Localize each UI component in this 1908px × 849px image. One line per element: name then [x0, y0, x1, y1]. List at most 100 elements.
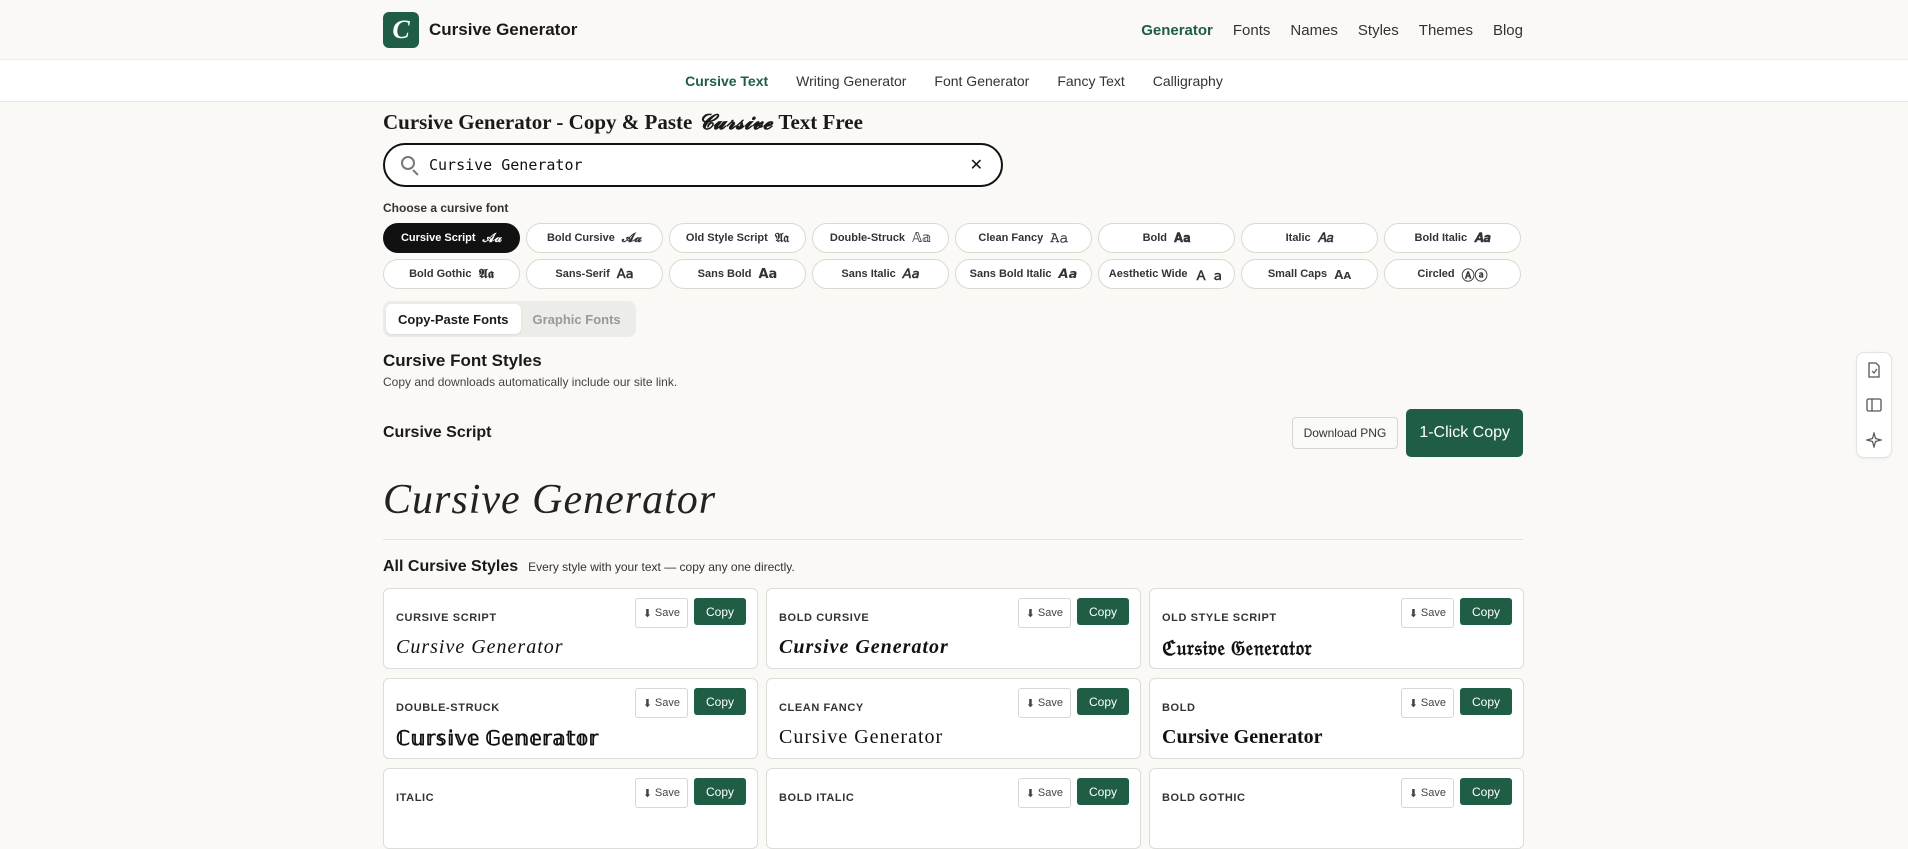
text-input[interactable] [429, 156, 966, 174]
font-chip-bold-gothic[interactable]: Bold Gothic 𝕬𝖆 [383, 259, 520, 289]
top-header: C Cursive Generator Generator Fonts Names S… [0, 0, 1908, 60]
tab-copy-paste-fonts[interactable]: Copy-Paste Fonts [386, 304, 521, 334]
save-button[interactable]: ⬇ Save [1017, 598, 1071, 628]
font-chip-sans-serif[interactable]: Sans-Serif 𝖠𝖺 [526, 259, 663, 289]
copy-button[interactable]: Copy [693, 688, 746, 715]
font-chip-sample: 𝙰𝚊 [1050, 230, 1069, 245]
save-button[interactable]: ⬇ Save [634, 688, 688, 718]
nav-generator[interactable]: Generator [1141, 22, 1213, 39]
font-chip-label: Bold Cursive [546, 232, 615, 244]
font-chip-sample: 𝗔𝗮 [758, 266, 778, 281]
style-card-bold: BOLD ⬇ Save Copy Cursive Generator [1149, 678, 1524, 759]
save-button[interactable]: ⬇ Save [1400, 778, 1454, 808]
font-chip-label: Old Style Script [685, 232, 768, 244]
save-label: Save [1420, 697, 1446, 709]
font-chip-bold-italic[interactable]: Bold Italic 𝑨𝒂 [1384, 223, 1521, 253]
font-chip-bold-cursive[interactable]: Bold Cursive 𝓐𝓪 [526, 223, 663, 253]
font-chip-sample: 𝑨𝒂 [1474, 230, 1491, 245]
style-card-actions: ⬇ Save Copy [634, 778, 746, 808]
copy-button[interactable]: Copy [1076, 688, 1129, 715]
font-chip-sample: Aᴀ [1334, 266, 1352, 282]
brand[interactable]: C Cursive Generator [383, 12, 577, 48]
save-button[interactable]: ⬇ Save [634, 778, 688, 808]
download-arrow-icon: ⬇ [642, 607, 652, 620]
nav-names[interactable]: Names [1290, 22, 1338, 39]
font-chip-sample: 𝔄𝔞 [774, 230, 790, 245]
tab-graphic-fonts[interactable]: Graphic Fonts [521, 304, 633, 334]
font-chip-label: Sans-Serif [555, 268, 610, 280]
save-button[interactable]: ⬇ Save [1017, 688, 1071, 718]
download-arrow-icon: ⬇ [1408, 697, 1418, 710]
font-chip-label: Cursive Script [400, 232, 476, 244]
font-chip-double-struck[interactable]: Double-Struck 𝔸𝕒 [812, 223, 949, 253]
font-chip-label: Bold Italic [1414, 232, 1468, 244]
style-card-sample: Cursive Generator [779, 636, 949, 658]
subnav-cursive-text[interactable]: Cursive Text [685, 73, 768, 89]
style-card-italic: ITALIC ⬇ Save Copy [383, 768, 758, 849]
subnav-fancy-text[interactable]: Fancy Text [1057, 73, 1124, 89]
subnav-calligraphy[interactable]: Calligraphy [1153, 73, 1223, 89]
download-png-button[interactable]: Download PNG [1291, 417, 1399, 449]
font-chip-label: Sans Italic [841, 268, 896, 280]
font-chip-old-style-script[interactable]: Old Style Script 𝔄𝔞 [669, 223, 806, 253]
font-chip-label: Bold [1142, 232, 1168, 244]
font-chip-cursive-script[interactable]: Cursive Script 𝒜𝒶 [383, 223, 520, 253]
copy-button[interactable]: Copy [1459, 688, 1512, 715]
page-title-prefix: Cursive Generator - Copy & Paste [383, 109, 693, 134]
font-chip-clean-fancy[interactable]: Clean Fancy 𝙰𝚊 [955, 223, 1092, 253]
copy-button[interactable]: Copy [693, 598, 746, 625]
style-card-bold-gothic: BOLD GOTHIC ⬇ Save Copy [1149, 768, 1524, 849]
panel-icon[interactable] [1864, 395, 1884, 415]
copy-button[interactable]: Copy [1076, 778, 1129, 805]
font-chip-italic[interactable]: Italic 𝐴𝑎 [1241, 223, 1378, 253]
nav-blog[interactable]: Blog [1493, 22, 1523, 39]
preview-actions: Download PNG 1-Click Copy [1291, 409, 1523, 457]
preview-header: Cursive Script Download PNG 1-Click Copy [383, 409, 1523, 457]
save-button[interactable]: ⬇ Save [1017, 778, 1071, 808]
brand-name: Cursive Generator [429, 20, 578, 39]
nav-styles[interactable]: Styles [1358, 22, 1399, 39]
preview-title: Cursive Script [383, 424, 492, 441]
clear-icon[interactable]: ✕ [966, 155, 987, 175]
nav-fonts[interactable]: Fonts [1233, 22, 1271, 39]
style-card-actions: ⬇ Save Copy [1017, 598, 1129, 628]
style-card-actions: ⬇ Save Copy [1400, 688, 1512, 718]
copy-button[interactable]: Copy [1076, 598, 1129, 625]
main-content: Cursive Generator - Copy & Paste 𝓒𝓾𝓻𝓼𝓲𝓿𝓮… [383, 103, 1524, 849]
font-chip-aesthetic-wide[interactable]: Aesthetic Wide Ａ ａ [1098, 259, 1235, 289]
subnav-writing-generator[interactable]: Writing Generator [796, 73, 906, 89]
font-chip-label: Clean Fancy [978, 232, 1044, 244]
font-chip-sample: 𝖠𝖺 [616, 266, 634, 281]
document-icon[interactable] [1864, 360, 1884, 380]
save-button[interactable]: ⬇ Save [1400, 598, 1454, 628]
font-chip-label: Sans Bold Italic [969, 268, 1052, 280]
style-card-actions: ⬇ Save Copy [1017, 778, 1129, 808]
page-title-suffix: Text Free [778, 109, 863, 134]
font-chip-sans-italic[interactable]: Sans Italic 𝘈𝘢 [812, 259, 949, 289]
sparkle-icon[interactable] [1864, 430, 1884, 450]
font-chip-sans-bold[interactable]: Sans Bold 𝗔𝗮 [669, 259, 806, 289]
one-click-copy-button[interactable]: 1-Click Copy [1406, 409, 1523, 457]
download-arrow-icon: ⬇ [642, 787, 652, 800]
copy-button[interactable]: Copy [1459, 598, 1512, 625]
copy-button[interactable]: Copy [693, 778, 746, 805]
font-chip-small-caps[interactable]: Small Caps Aᴀ [1241, 259, 1378, 289]
save-button[interactable]: ⬇ Save [1400, 688, 1454, 718]
save-button[interactable]: ⬇ Save [634, 598, 688, 628]
font-chip-sample: Ⓐⓐ [1461, 267, 1488, 283]
font-chip-sans-bold-italic[interactable]: Sans Bold Italic 𝘼𝙖 [955, 259, 1092, 289]
save-label: Save [1420, 787, 1446, 799]
font-chip-sample: Ａ ａ [1194, 267, 1225, 283]
copy-button[interactable]: Copy [1459, 778, 1512, 805]
font-chip-bold[interactable]: Bold 𝐀𝐚 [1098, 223, 1235, 253]
font-chip-label: Aesthetic Wide [1108, 268, 1188, 280]
style-card-bold-italic: BOLD ITALIC ⬇ Save Copy [766, 768, 1141, 849]
save-label: Save [1420, 607, 1446, 619]
save-label: Save [1037, 697, 1063, 709]
font-chip-sample: 𝕬𝖆 [478, 266, 494, 281]
font-chip-sample: 𝔸𝕒 [912, 230, 932, 245]
all-styles-note: Every style with your text — copy any on… [528, 560, 795, 574]
subnav-font-generator[interactable]: Font Generator [934, 73, 1029, 89]
font-chip-circled[interactable]: Circled Ⓐⓐ [1384, 259, 1521, 289]
nav-themes[interactable]: Themes [1419, 22, 1473, 39]
